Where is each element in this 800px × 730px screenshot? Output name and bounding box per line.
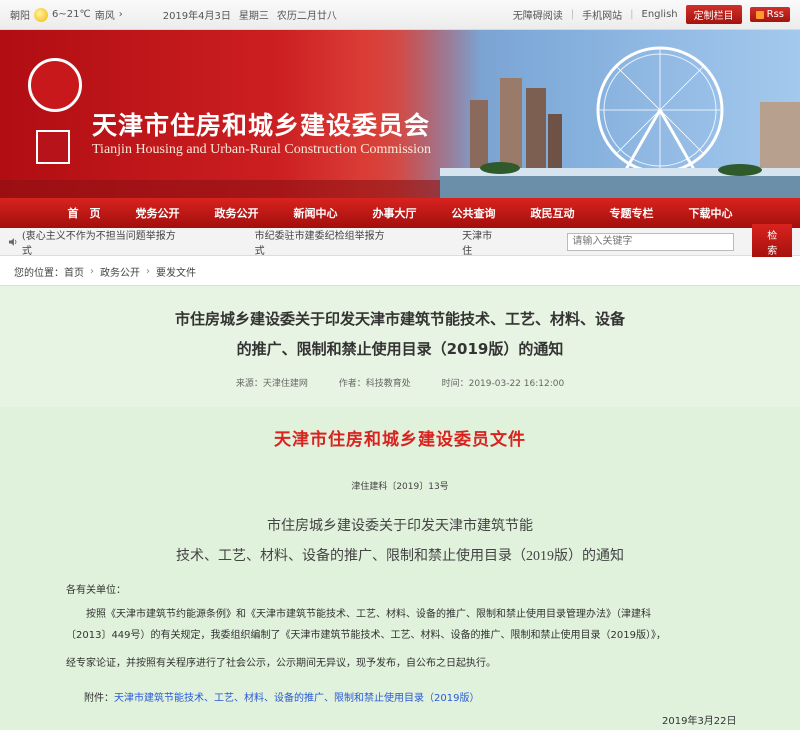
current-weekday: 星期三 (238, 11, 269, 22)
document-header: 天津市住房和城乡建设委员文件 (274, 430, 526, 450)
breadcrumb-current[interactable]: 要发文件 (156, 264, 196, 279)
customize-button[interactable]: 定制栏目 (685, 5, 742, 24)
article-body: 天津市住房和城乡建设委员文件 津住建科〔2019〕13号 市住房城乡建设委关于印… (0, 407, 800, 730)
breadcrumb-separator: › (146, 265, 150, 277)
notice-title-line1: 市住房城乡建设委关于印发天津市建筑节能 (267, 519, 533, 534)
article-meta: 来源：天津住建网 作者：科技教育处 时间：2019-03-22 16:12:00 (0, 376, 800, 389)
breadcrumb: 您的位置： 首页 › 政务公开 › 要发文件 (0, 257, 800, 285)
notice-item[interactable]: 天津市住 (462, 227, 501, 257)
emblem-icon (36, 130, 70, 164)
top-utility-bar: 朝阳 6~21℃ 南风 › 2019年4月3日 星期三 农历二月廿八 无障碍阅读… (0, 0, 800, 30)
divider: | (570, 9, 575, 20)
top-links: 无障碍阅读 | 手机网站 | English 定制栏目 Rss (513, 5, 790, 24)
breadcrumb-government-affairs[interactable]: 政务公开 (100, 264, 140, 279)
nav-home[interactable]: 首 页 (68, 205, 101, 221)
main-nav: 首 页 党务公开 政务公开 新闻中心 办事大厅 公共查询 政民互动 专题专栏 下… (0, 198, 800, 228)
nav-service-hall[interactable]: 办事大厅 (373, 205, 417, 221)
attachment: 附件：天津市建筑节能技术、工艺、材料、设备的推广、限制和禁止使用目录（2019版… (84, 689, 479, 704)
breadcrumb-home[interactable]: 首页 (64, 264, 84, 279)
body-paragraph-line: 经专家论证，并按照有关程序进行了社会公示，公示期间无异议，现予发布，自公布之日起… (66, 658, 496, 669)
weather-location: 朝阳 (10, 11, 30, 22)
nav-special-topics[interactable]: 专题专栏 (610, 205, 654, 221)
site-title: 天津市住房和城乡建设委员会 (92, 111, 431, 140)
nav-news-center[interactable]: 新闻中心 (294, 205, 338, 221)
rss-icon (755, 10, 764, 19)
search-input[interactable] (567, 232, 735, 251)
nav-interaction[interactable]: 政民互动 (531, 205, 575, 221)
article-header: 市住房城乡建设委关于印发天津市建筑节能技术、工艺、材料、设备 的推广、限制和禁止… (0, 285, 800, 407)
body-paragraph-line: 〔2013〕449号）的有关规定，我委组织编制了《天津市建筑节能技术、工艺、材料… (66, 630, 666, 641)
document-number: 津住建科〔2019〕13号 (351, 482, 449, 492)
nav-download-center[interactable]: 下载中心 (689, 205, 733, 221)
article-source: 来源：天津住建网 (235, 379, 308, 389)
site-logo-icon[interactable] (28, 58, 82, 112)
notice-title-line2: 技术、工艺、材料、设备的推广、限制和禁止使用目录（2019版）的通知 (176, 549, 624, 564)
notice-item[interactable]: (衷心主义不作为不担当问题举报方式 (22, 227, 183, 257)
speaker-icon (8, 237, 17, 246)
attachment-label: 附件： (84, 693, 114, 704)
nav-government-affairs[interactable]: 政务公开 (215, 205, 259, 221)
lunar-date: 农历二月廿八 (276, 11, 337, 22)
article-title-line2: 的推广、限制和禁止使用目录（2019版）的通知 (236, 340, 564, 358)
weather-wind: 南风 (94, 11, 115, 22)
search-button[interactable]: 检索 (752, 223, 792, 260)
weather-widget: 朝阳 6~21℃ 南风 › (10, 7, 123, 22)
breadcrumb-label: 您的位置： (14, 267, 64, 279)
rss-button[interactable]: Rss (749, 7, 790, 22)
article-author: 作者：科技教育处 (338, 379, 411, 389)
site-subtitle: Tianjin Housing and Urban-Rural Construc… (92, 142, 431, 157)
english-link[interactable]: English (642, 9, 678, 20)
body-paragraph-line: 按照《天津市建筑节约能源条例》和《天津市建筑节能技术、工艺、材料、设备的推广、限… (66, 609, 651, 620)
notice-bar: (衷心主义不作为不担当问题举报方式 市纪委驻市建委纪检组举报方式 天津市住 检索 (0, 223, 800, 260)
weather-temperature: 6~21℃ (52, 9, 91, 20)
article-time: 时间：2019-03-22 16:12:00 (441, 379, 565, 389)
accessibility-link[interactable]: 无障碍阅读 (513, 7, 563, 22)
signature-date: 2019年3月22日 (662, 716, 737, 727)
article-title-line1: 市住房城乡建设委关于印发天津市建筑节能技术、工艺、材料、设备 (174, 310, 625, 328)
sun-icon (34, 7, 48, 22)
chevron-right-icon: › (118, 9, 123, 20)
salutation: 各有关单位： (66, 585, 126, 596)
breadcrumb-separator: › (90, 265, 94, 277)
rss-label: Rss (766, 9, 784, 20)
attachment-link[interactable]: 天津市建筑节能技术、工艺、材料、设备的推广、限制和禁止使用目录（2019版） (114, 693, 479, 704)
site-banner: 天津市住房和城乡建设委员会 Tianjin Housing and Urban-… (0, 30, 800, 198)
divider: | (630, 9, 634, 20)
current-date: 2019年4月3日 (162, 11, 231, 22)
notice-item[interactable]: 市纪委驻市建委纪检组举报方式 (255, 227, 392, 257)
nav-party-affairs[interactable]: 党务公开 (136, 205, 180, 221)
mobile-site-link[interactable]: 手机网站 (582, 7, 622, 22)
nav-public-query[interactable]: 公共查询 (452, 205, 496, 221)
